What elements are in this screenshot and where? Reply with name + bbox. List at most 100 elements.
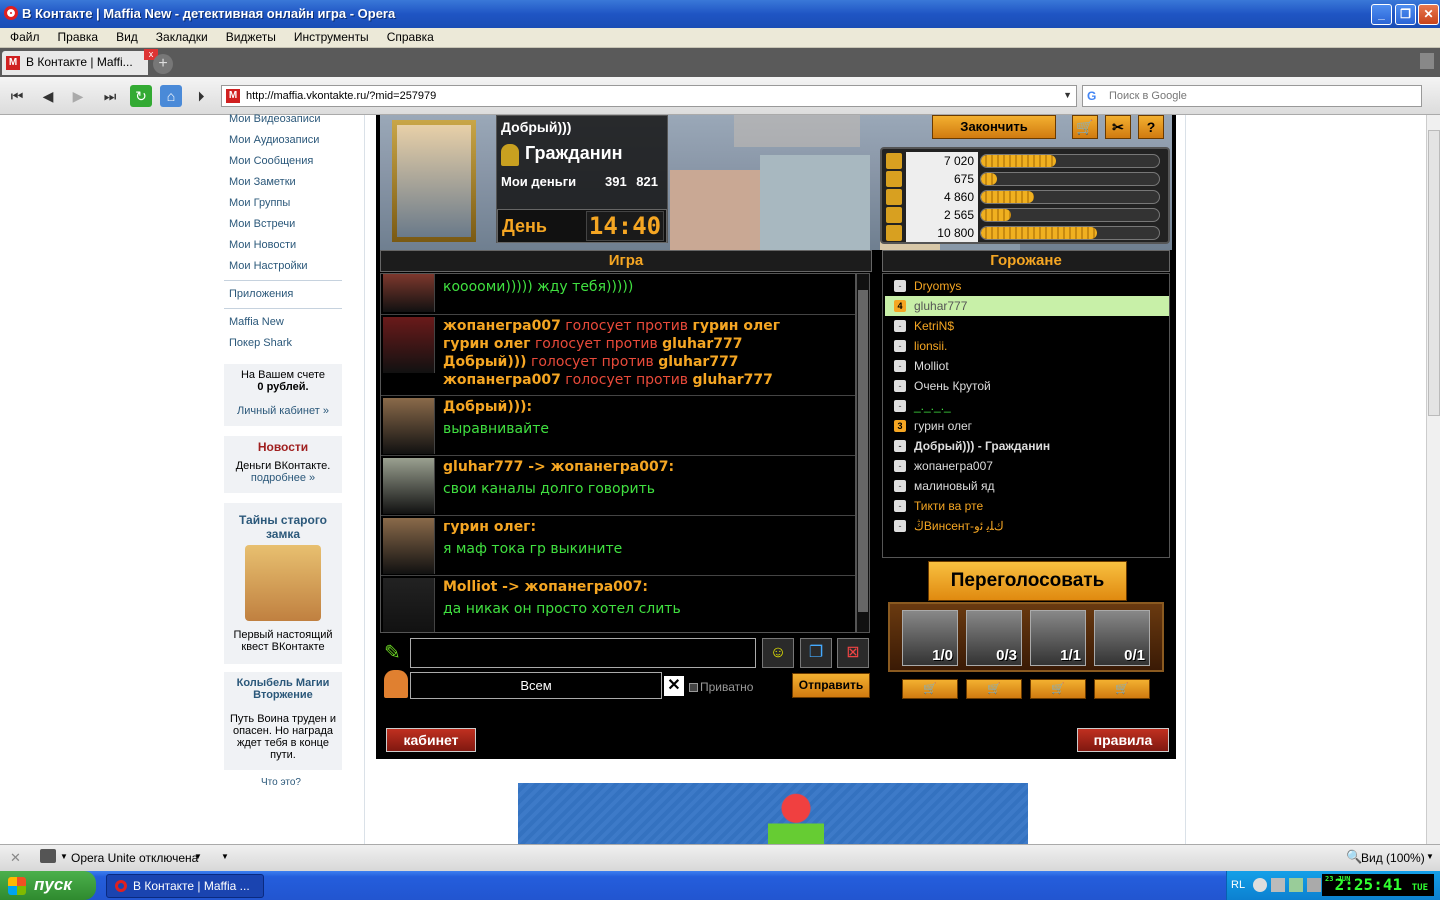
ignore-icon[interactable]: ⊠ (837, 638, 869, 668)
citizen-row[interactable]: - Тикти ва рте (885, 496, 1169, 516)
chat-avatar[interactable] (383, 317, 435, 373)
citizen-row[interactable]: - Очень Крутой (885, 376, 1169, 396)
menu-file[interactable]: Файл (0, 28, 48, 44)
chat-avatar[interactable] (383, 398, 435, 454)
zoom-level[interactable]: Вид (100%) (1361, 851, 1425, 865)
chat-message-input[interactable] (410, 638, 756, 668)
personal-cabinet-link[interactable]: Личный кабинет » (224, 405, 342, 417)
fast-forward-button[interactable]: ⏭ (99, 85, 121, 107)
news-more-link[interactable]: подробнее » (224, 472, 342, 484)
language-indicator[interactable]: RL (1231, 879, 1245, 891)
citizen-row[interactable]: - Dryomys (885, 276, 1169, 296)
citizen-row[interactable]: - ڭВинсент-ﻙﻠﻳ ﺋﻭ (885, 516, 1169, 536)
sidebar-link-apps[interactable]: Приложения (229, 288, 293, 300)
item-disguise[interactable]: 1/1 (1030, 610, 1086, 666)
sidebar-link-poker[interactable]: Покер Shark (229, 337, 292, 349)
citizen-row[interactable]: - малиновый яд (885, 476, 1169, 496)
back-button[interactable]: ◀ (37, 85, 59, 107)
chat-username[interactable]: gluhar777 (662, 336, 742, 352)
sidebar-link-notes[interactable]: Мои Заметки (229, 176, 296, 188)
revote-button[interactable]: Переголосовать (928, 561, 1127, 601)
citizen-row[interactable]: - Molliot (885, 356, 1169, 376)
chat-avatar[interactable] (383, 518, 435, 574)
tools-icon[interactable]: ✂ (1105, 115, 1131, 139)
shop-cart-icon[interactable]: 🛒 (1072, 115, 1098, 139)
trash-icon[interactable] (1420, 53, 1434, 69)
citizen-name[interactable]: gluhar777 (914, 299, 967, 313)
chat-avatar[interactable] (383, 578, 435, 632)
tab-vkontakte[interactable]: M В Контакте | Maffi... x (2, 49, 158, 75)
ad-castle-title[interactable]: Тайны старого замка (224, 513, 342, 541)
sidebar-link-events[interactable]: Мои Встречи (229, 218, 295, 230)
chat-avatar[interactable] (383, 458, 435, 514)
chat-username[interactable]: Добрый))) (443, 354, 527, 370)
chat-username[interactable]: gluhar777 -> жопанегра007: (443, 459, 674, 475)
sidebar-link-messages[interactable]: Мои Сообщения (229, 155, 313, 167)
citizen-name[interactable]: Тикти ва рте (914, 499, 983, 513)
citizen-name[interactable]: KetriN$ (914, 319, 954, 333)
chat-username[interactable]: gluhar777 (658, 354, 738, 370)
menu-help[interactable]: Справка (377, 28, 442, 44)
citizen-row[interactable]: - KetriN$ (885, 316, 1169, 336)
finish-button[interactable]: Закончить (932, 115, 1056, 139)
citizen-row[interactable]: 4 gluhar777 (885, 296, 1169, 316)
ad-banner[interactable] (518, 783, 1028, 844)
chat-scrollbar[interactable] (856, 273, 870, 633)
chevron-down-icon[interactable]: ▼ (221, 852, 229, 861)
citizen-name[interactable]: Molliot (914, 359, 949, 373)
citizen-row[interactable]: - _._._._ (885, 396, 1169, 416)
buy-cart-icon[interactable]: 🛒 (902, 679, 958, 699)
new-tab-button[interactable]: + (153, 54, 173, 74)
chevron-down-icon[interactable]: ▼ (1426, 852, 1434, 861)
ad-magic-title[interactable]: Колыбель Магии Вторжение (224, 677, 342, 701)
buy-cart-icon[interactable]: 🛒 (1030, 679, 1086, 699)
citizen-row[interactable]: - lionsii. (885, 336, 1169, 356)
item-vintage-car[interactable]: 0/1 (1094, 610, 1150, 666)
citizen-name[interactable]: жопанегра007 (914, 459, 993, 473)
sidebar-link-settings[interactable]: Мои Настройки (229, 260, 308, 272)
citizen-name[interactable]: lionsii. (914, 339, 947, 353)
send-button[interactable]: Отправить (792, 673, 870, 698)
citizen-name[interactable]: ڭВинсент-ﻙﻠﻳ ﺋﻭ (914, 519, 1004, 533)
page-scrollbar[interactable] (1426, 115, 1440, 844)
tray-icon[interactable] (1307, 878, 1321, 892)
chat-username[interactable]: гурин олег: (443, 519, 536, 535)
ad-castle-image[interactable] (245, 545, 321, 621)
menu-tools[interactable]: Инструменты (284, 28, 377, 44)
chevron-down-icon[interactable]: ▼ (194, 852, 202, 861)
citizen-row[interactable]: - жопанегра007 (885, 456, 1169, 476)
chat-username[interactable]: гурин олег (693, 318, 781, 334)
citizen-name[interactable]: _._._._ (914, 399, 951, 413)
tray-icon[interactable] (1253, 878, 1267, 892)
citizen-name[interactable]: Добрый))) - Гражданин (914, 439, 1050, 453)
sidebar-link-audio[interactable]: Мои Аудиозаписи (229, 134, 319, 146)
unite-icon[interactable] (40, 849, 56, 863)
citizen-row[interactable]: - Добрый))) - Гражданин (885, 436, 1169, 456)
item-car[interactable]: 1/0 (902, 610, 958, 666)
citizen-name[interactable]: малиновый яд (914, 479, 994, 493)
taskbar-item-opera[interactable]: В Контакте | Maffia ... (106, 874, 264, 898)
menu-bookmarks[interactable]: Закладки (146, 28, 216, 44)
citizen-name[interactable]: гурин олег (914, 419, 972, 433)
ad-castle[interactable]: Тайны старого замка Первый настоящий кве… (224, 503, 342, 664)
private-checkbox[interactable] (689, 683, 698, 692)
rewind-button[interactable]: ⏮ (6, 85, 28, 107)
chat-avatar[interactable] (383, 274, 435, 312)
zoom-icon[interactable]: 🔍 (1346, 849, 1362, 865)
speed-dial-button[interactable]: ⏵ (190, 85, 212, 107)
item-spider[interactable]: 0/3 (966, 610, 1022, 666)
maximize-button[interactable]: ❐ (1395, 4, 1416, 25)
citizen-name[interactable]: Очень Крутой (914, 379, 991, 393)
buy-cart-icon[interactable]: 🛒 (966, 679, 1022, 699)
home-button[interactable]: ⌂ (160, 85, 182, 107)
address-field[interactable]: M http://maffia.vkontakte.ru/?mid=257979… (221, 85, 1077, 107)
rules-button[interactable]: правила (1077, 728, 1169, 752)
chat-username[interactable]: gluhar777 (693, 372, 773, 388)
cabinet-button[interactable]: кабинет (386, 728, 476, 752)
copy-icon[interactable]: ❐ (800, 638, 832, 668)
sidebar-link-news[interactable]: Мои Новости (229, 239, 296, 251)
search-input[interactable]: G Поиск в Google (1082, 85, 1422, 107)
sidebar-link-videos[interactable]: Мои Видеозаписи (229, 113, 321, 125)
chevron-down-icon[interactable]: ▼ (1063, 90, 1072, 100)
clear-recipient-button[interactable]: ✕ (664, 676, 684, 696)
